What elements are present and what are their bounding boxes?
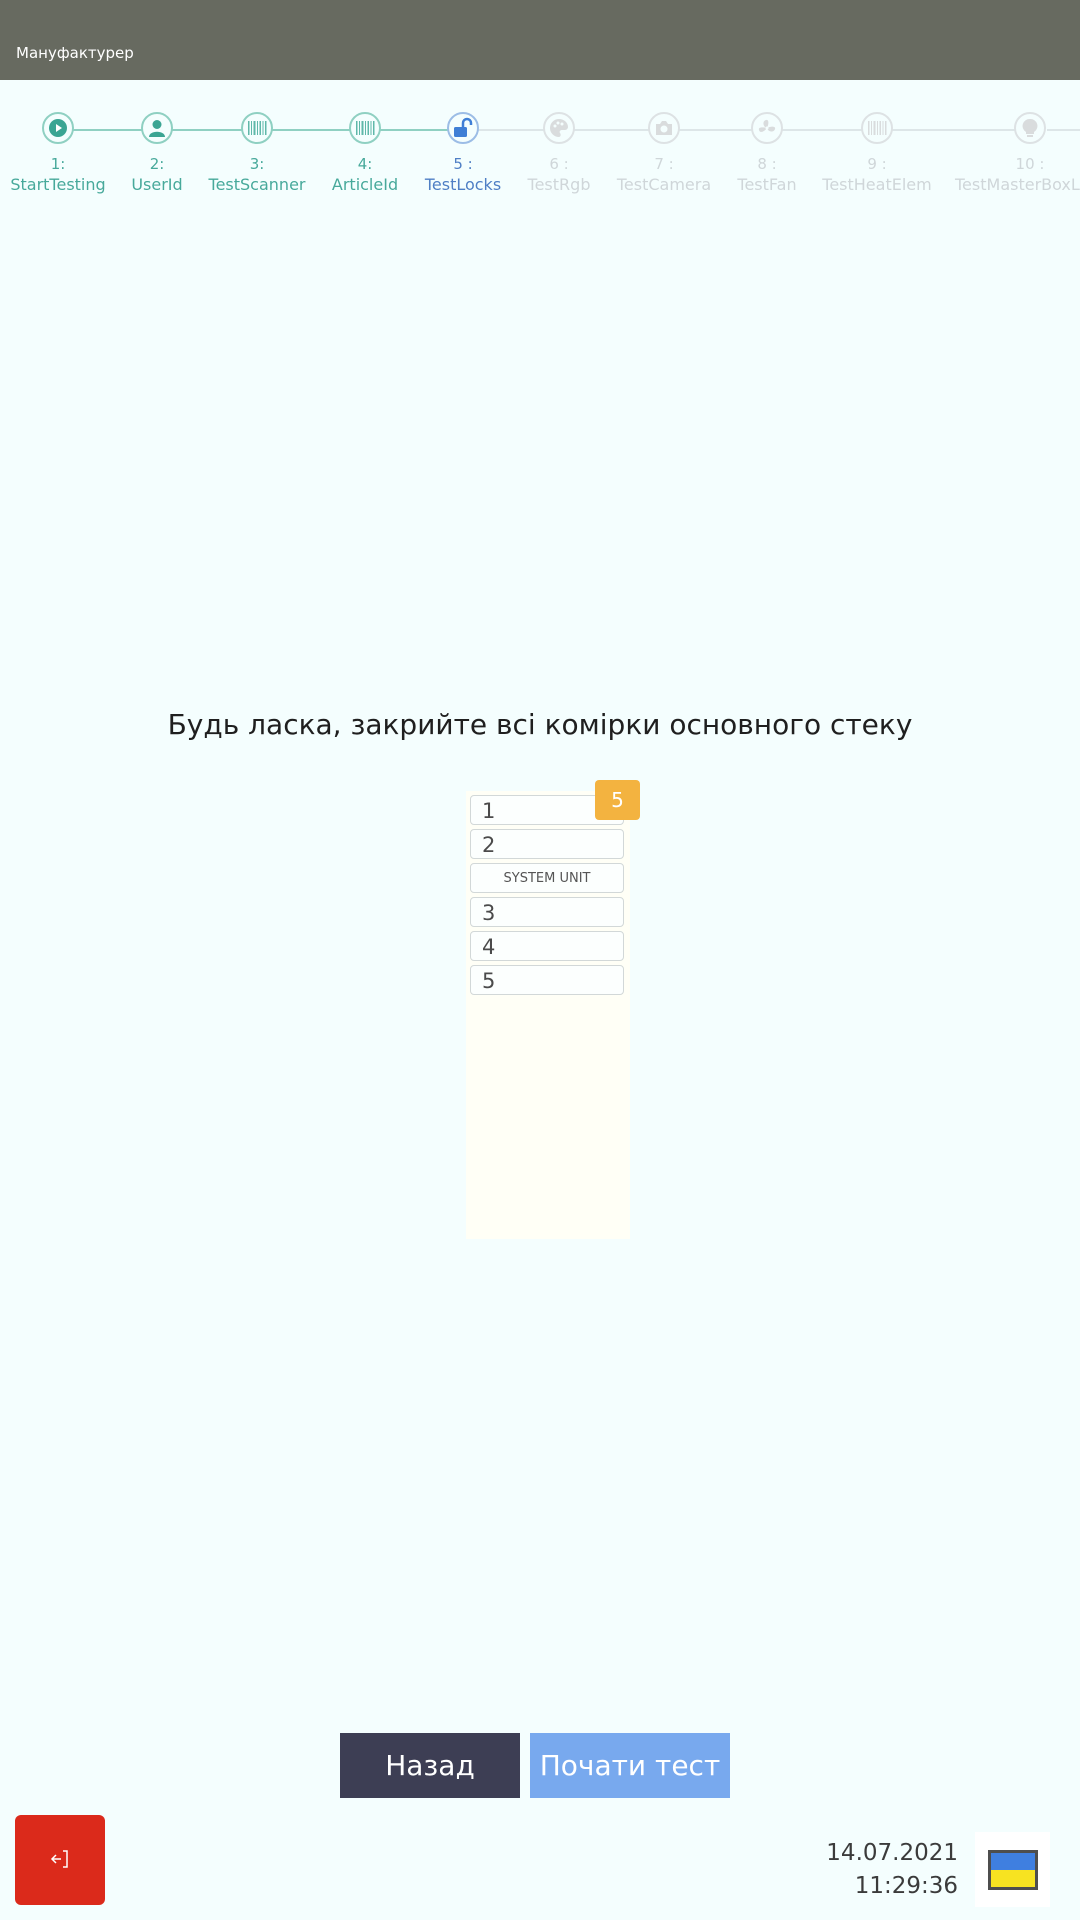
locker-cell-5[interactable]: 5 [470, 965, 624, 995]
start-test-button[interactable]: Почати тест [530, 1733, 730, 1798]
logout-button[interactable] [15, 1815, 105, 1905]
system-unit-cell: SYSTEM UNIT [470, 863, 624, 893]
step-label: TestHeatElem [822, 175, 932, 194]
current-date: 14.07.2021 [826, 1840, 958, 1866]
step-label: TestMasterBoxLight [955, 175, 1080, 194]
step-test-heat-elem[interactable]: 9 : TestHeatElem [802, 108, 952, 196]
palette-icon [543, 112, 575, 144]
back-button[interactable]: Назад [340, 1733, 520, 1798]
locker-stack: 1 2 SYSTEM UNIT 3 4 5 [466, 791, 630, 1239]
barcode-icon [861, 112, 893, 144]
step-number: 10 : [1015, 155, 1045, 173]
camera-icon [648, 112, 680, 144]
user-icon [141, 112, 173, 144]
play-icon [42, 112, 74, 144]
fan-icon [751, 112, 783, 144]
lightbulb-icon [1014, 112, 1046, 144]
barcode-icon [241, 112, 273, 144]
logout-icon [48, 1847, 72, 1874]
open-cells-count-badge: 5 [595, 780, 640, 820]
ukraine-flag-icon [987, 1849, 1038, 1890]
step-number: 9 : [867, 155, 887, 173]
language-selector[interactable] [975, 1832, 1050, 1907]
test-stepper: 1: StartTesting 2: UserId 3: TestScanner… [0, 108, 1080, 208]
app-title: Мануфактурер [16, 44, 134, 62]
step-test-master-box-light[interactable]: 10 : TestMasterBoxLight [955, 108, 1080, 196]
unlock-icon [447, 112, 479, 144]
locker-cell-2[interactable]: 2 [470, 829, 624, 859]
current-time: 11:29:36 [854, 1873, 958, 1899]
locker-cell-3[interactable]: 3 [470, 897, 624, 927]
instruction-text: Будь ласка, закрийте всі комірки основно… [167, 708, 913, 741]
barcode-icon [349, 112, 381, 144]
locker-cell-4[interactable]: 4 [470, 931, 624, 961]
app-header: Мануфактурер [0, 0, 1080, 80]
